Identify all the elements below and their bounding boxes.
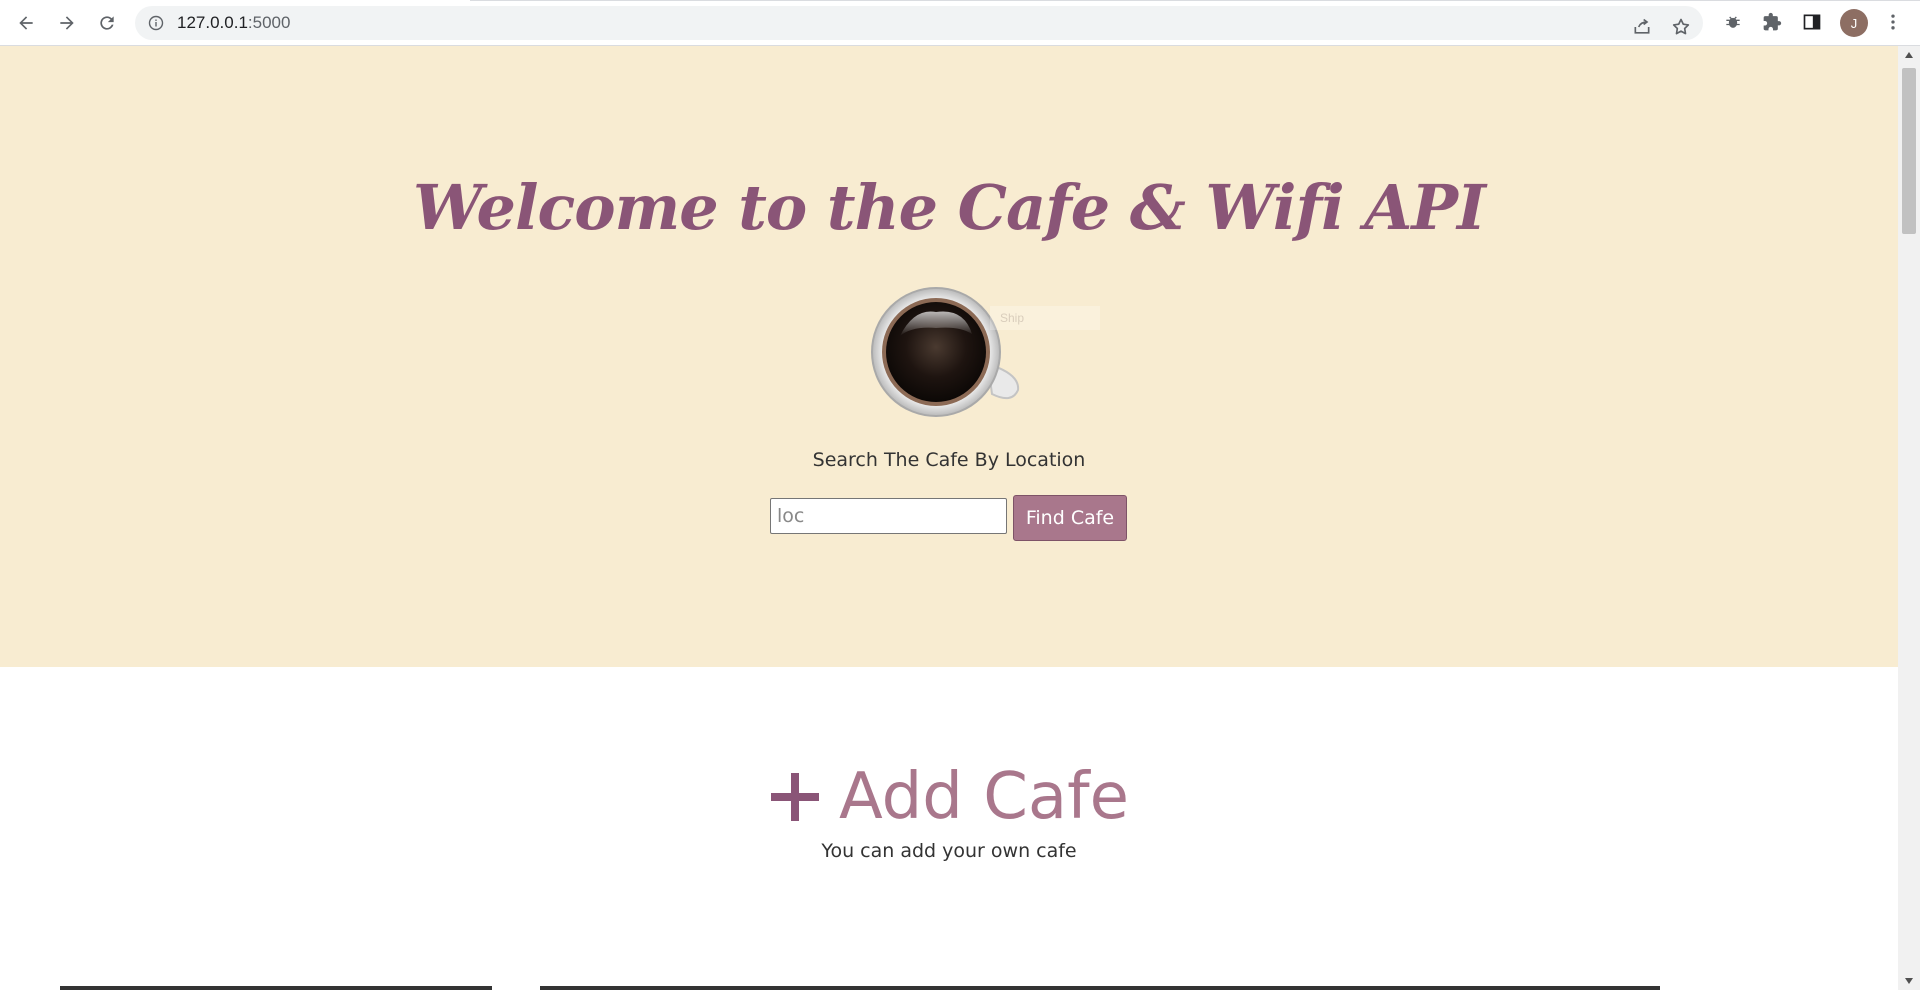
kebab-menu-icon	[1891, 14, 1895, 30]
add-cafe-subtitle: You can add your own cafe	[821, 840, 1077, 862]
side-panel-icon	[1803, 14, 1821, 30]
plus-icon	[770, 773, 819, 821]
reload-icon	[100, 16, 114, 30]
browser-menu-button[interactable]	[1880, 9, 1906, 35]
image-alt-text: Ship	[990, 306, 1100, 330]
share-button[interactable]	[1631, 16, 1653, 38]
extensions-button[interactable]	[1759, 9, 1785, 35]
info-icon[interactable]	[148, 15, 164, 31]
scroll-down-arrow[interactable]	[1898, 972, 1920, 990]
page-viewport: Welcome to the Cafe & Wifi API Ship Sear…	[0, 46, 1898, 990]
triangle-down-icon	[1905, 978, 1913, 984]
triangle-up-icon	[1905, 52, 1913, 58]
bookmark-button[interactable]	[1670, 16, 1692, 38]
side-panel-button[interactable]	[1799, 9, 1825, 35]
page-scrollbar[interactable]	[1898, 46, 1920, 990]
find-cafe-button[interactable]: Find Cafe	[1013, 495, 1127, 541]
reload-button[interactable]	[91, 7, 123, 39]
url-text: 127.0.0.1:5000	[177, 6, 290, 40]
profile-avatar[interactable]: J	[1840, 9, 1868, 37]
location-search-input[interactable]	[770, 498, 1007, 534]
bug-icon	[1726, 16, 1740, 28]
arrow-left-icon	[19, 16, 33, 30]
page-title: Welcome to the Cafe & Wifi API	[412, 171, 1486, 244]
add-cafe-section: Add Cafe You can add your own cafe	[0, 760, 1898, 862]
puzzle-icon	[1763, 12, 1782, 31]
footer-edge	[60, 986, 1660, 990]
scrollbar-thumb[interactable]	[1902, 68, 1916, 234]
url-port: :5000	[247, 13, 291, 32]
share-icon	[1634, 18, 1650, 34]
tab-strip-edge	[470, 0, 1920, 1]
back-button[interactable]	[10, 7, 42, 39]
browser-toolbar: 127.0.0.1:5000 J	[0, 0, 1920, 46]
search-label: Search The Cafe By Location	[812, 449, 1086, 471]
add-cafe-link[interactable]: Add Cafe	[769, 760, 1129, 834]
arrow-right-icon	[60, 16, 74, 30]
hero-section: Welcome to the Cafe & Wifi API Ship Sear…	[0, 46, 1898, 667]
add-cafe-title: Add Cafe	[838, 760, 1130, 834]
url-host: 127.0.0.1	[177, 13, 248, 32]
forward-button[interactable]	[51, 7, 83, 39]
extension-bug-button[interactable]	[1720, 9, 1746, 35]
scroll-up-arrow[interactable]	[1898, 46, 1920, 64]
star-icon	[1672, 18, 1690, 35]
address-bar[interactable]: 127.0.0.1:5000	[135, 6, 1703, 40]
